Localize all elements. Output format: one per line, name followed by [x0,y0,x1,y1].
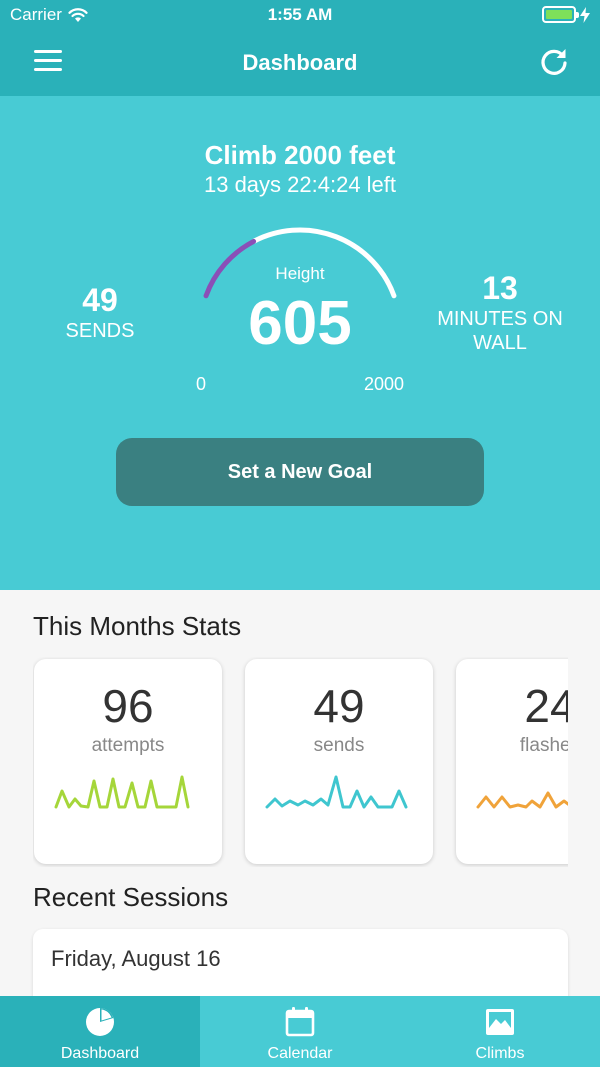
tab-label: Climbs [475,1045,525,1062]
gauge-value: 605 [248,289,352,358]
image-icon [486,1009,514,1035]
stat-card-label: sends [313,735,365,756]
tab-dashboard[interactable]: Dashboard [0,996,200,1067]
sends-value: 49 [82,282,118,318]
session-date: Friday, August 16 [51,946,221,971]
battery-indicator [542,6,590,23]
navigation-bar: Dashboard [0,30,600,96]
sessions-section-title: Recent Sessions [33,882,229,912]
charging-bolt-icon [580,6,590,23]
pie-chart-icon [86,1008,114,1036]
goal-panel: Climb 2000 feet 13 days 22:4:24 left 49 … [0,96,600,590]
tab-climbs[interactable]: Climbs [400,996,600,1067]
status-time: 1:55 AM [267,5,333,24]
stats-carousel[interactable]: 96 attempts 49 sends 24 flashes [33,657,568,867]
calendar-icon [285,1007,315,1037]
gauge-max: 2000 [363,374,404,394]
stat-card-value: 96 [102,680,154,732]
refresh-icon [541,49,567,75]
sends-stat: 49 SENDS [40,282,160,343]
tab-label: Dashboard [60,1045,140,1062]
stat-card-value: 49 [313,680,365,732]
sends-sparkline [265,775,408,809]
minutes-label: MINUTES ON WALL [437,307,563,354]
gauge-min: 0 [196,374,207,394]
flashes-sparkline [476,791,568,809]
battery-icon [542,6,579,23]
stats-section-title: This Months Stats [33,611,242,641]
stat-card-label: flashes [519,735,568,756]
page-title: Dashboard [242,50,358,75]
stat-card-label: attempts [91,735,165,756]
minutes-on-wall-stat: 13 MINUTES ON WALL [420,270,580,355]
refresh-button[interactable] [538,46,570,78]
sends-label: SENDS [65,319,135,342]
goal-title: Climb 2000 feet [204,140,396,170]
tab-label: Calendar [267,1045,333,1062]
height-gauge: Height 605 0 2000 [196,226,404,404]
minutes-value: 13 [482,270,518,306]
status-bar: Carrier 1:55 AM [0,0,600,30]
stat-card-value: 24 [524,680,568,732]
tab-calendar[interactable]: Calendar [200,996,400,1067]
goal-time-left: 13 days 22:4:24 left [203,172,397,197]
stat-card-attempts[interactable]: 96 attempts [34,659,222,864]
set-new-goal-button[interactable]: Set a New Goal [116,438,484,506]
stat-card-flashes[interactable]: 24 flashes [456,659,568,864]
gauge-track [251,227,397,299]
attempts-sparkline [54,775,190,809]
tab-bar: Dashboard Calendar Climbs [0,996,600,1067]
gauge-label: Height [275,264,325,283]
stat-card-sends[interactable]: 49 sends [245,659,433,864]
